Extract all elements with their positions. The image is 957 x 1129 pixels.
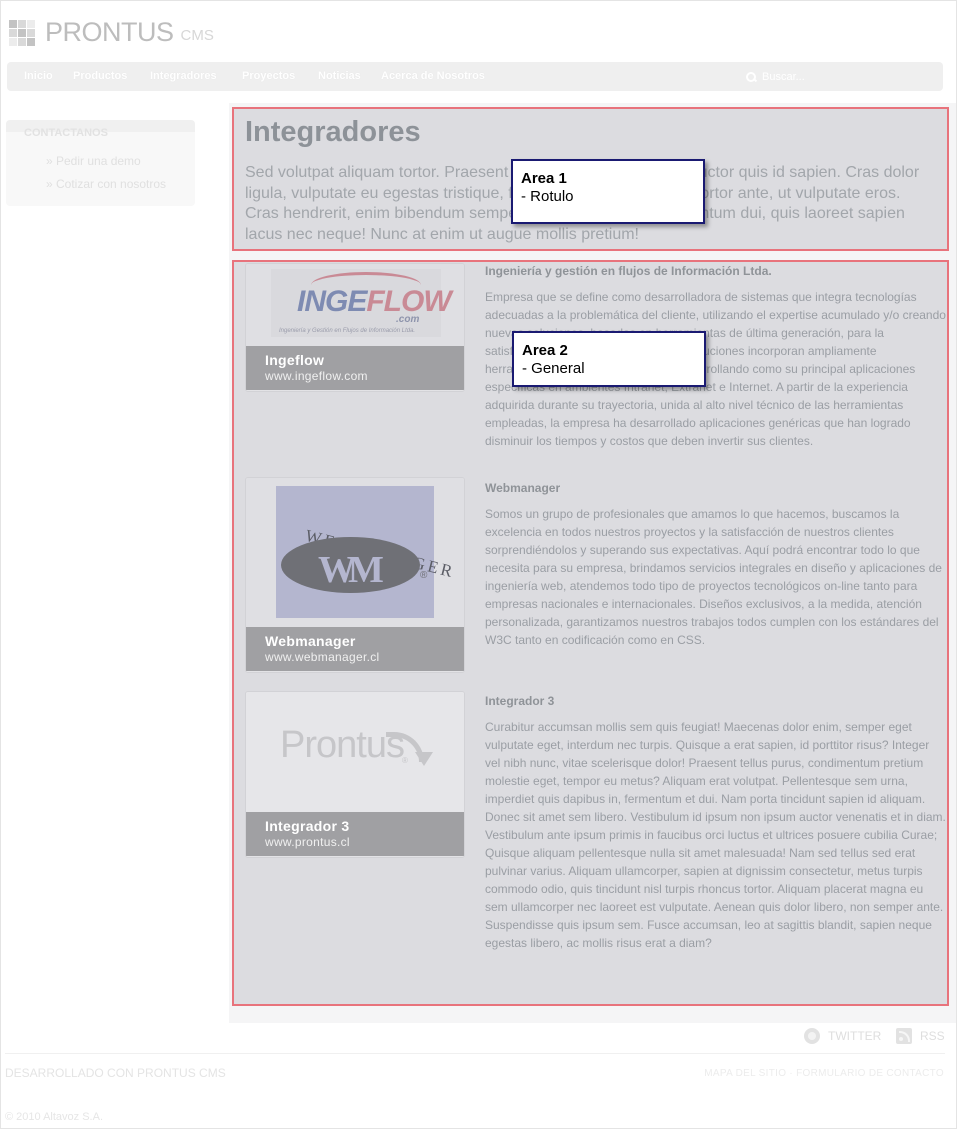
nav-item-noticias[interactable]: Noticias — [318, 70, 361, 82]
nav-item-proyectos[interactable]: Proyectos — [242, 70, 295, 82]
integrator-card-webmanager[interactable]: WEBMANAGER WM ® Webmanager www.webmanage… — [245, 477, 465, 673]
card-url[interactable]: www.webmanager.cl — [265, 650, 445, 665]
rss-link[interactable]: RSS — [896, 1028, 945, 1044]
card-name: Ingeflow — [265, 352, 325, 368]
item-title: Integrador 3 — [485, 694, 555, 708]
contact-title: CONTACTANOS — [24, 127, 108, 139]
area-2-label: Area 2 - General — [512, 331, 706, 387]
area-label-title: Area 2 — [522, 342, 568, 359]
nav-item-integradores[interactable]: Integradores — [150, 70, 217, 82]
search-icon[interactable] — [745, 71, 757, 83]
area-label-subtitle: - General — [522, 360, 585, 377]
main-navbar: Inicio Productos Integradores Proyectos … — [7, 62, 943, 91]
ingeflow-logo-word-1: INGE — [297, 285, 367, 318]
webmanager-logo-image: WEBMANAGER WM ® — [276, 486, 457, 618]
ingeflow-logo-tagline: Ingeniería y Gestión en Flujos de Inform… — [279, 328, 416, 334]
twitter-link[interactable]: TWITTER — [804, 1028, 881, 1044]
integrator-card-ingeflow[interactable]: INGEFLOW .com Ingeniería y Gestión en Fl… — [245, 263, 465, 392]
logo-text: PRONTUS — [45, 17, 174, 47]
logo-grid-icon — [9, 20, 35, 46]
footer-divider — [5, 1053, 945, 1054]
nav-item-acerca[interactable]: Acerca de Nosotros — [381, 70, 485, 82]
registered-mark-icon: ® — [420, 570, 428, 581]
item-text: Curabitur accumsan mollis sem quis feugi… — [485, 720, 946, 950]
ingeflow-logo-com: .com — [396, 314, 420, 325]
card-footer: Integrador 3 www.prontus.cl — [246, 812, 464, 856]
copyright-text: © 2010 Altavoz S.A. — [5, 1111, 103, 1123]
item-title: Webmanager — [485, 481, 561, 495]
developed-by-text[interactable]: DESARROLLADO CON PRONTUS CMS — [5, 1066, 226, 1080]
area-1-label: Area 1 - Rotulo — [511, 159, 705, 224]
card-footer: Webmanager www.webmanager.cl — [246, 627, 464, 671]
twitter-icon — [804, 1028, 820, 1044]
search-input[interactable] — [762, 70, 922, 83]
demo-request-link[interactable]: » Pedir una demo — [46, 154, 141, 168]
twitter-label: TWITTER — [828, 1029, 882, 1043]
ingeflow-logo-image: INGEFLOW .com Ingeniería y Gestión en Fl… — [271, 269, 452, 337]
rss-icon — [896, 1028, 912, 1044]
area-label-title: Area 1 — [521, 170, 567, 187]
search-box — [745, 68, 935, 85]
nav-item-productos[interactable]: Productos — [73, 70, 127, 82]
card-name: Integrador 3 — [265, 818, 350, 834]
item-text: Somos un grupo de profesionales que amam… — [485, 507, 942, 647]
nav-item-inicio[interactable]: Inicio — [24, 70, 53, 82]
ingeflow-logo: INGEFLOW .com Ingeniería y Gestión en Fl… — [246, 264, 464, 346]
webmanager-logo: WEBMANAGER WM ® — [246, 478, 464, 627]
webmanager-mark: WM — [318, 549, 384, 591]
card-url[interactable]: www.ingeflow.com — [265, 369, 445, 384]
footer-links[interactable]: MAPA DEL SITIO · FORMULARIO DE CONTACTO — [704, 1068, 944, 1079]
logo-subtext: CMS — [180, 27, 214, 44]
contact-box: CONTACTANOS » Pedir una demo » Cotizar c… — [6, 120, 195, 206]
prontus-logo: Prontus ® — [246, 692, 464, 812]
prontus-arrowhead-icon — [415, 752, 433, 766]
rss-label: RSS — [920, 1029, 945, 1043]
card-name: Webmanager — [265, 633, 356, 649]
sidebar — [1, 103, 228, 1023]
integrator-card-integrador-3[interactable]: Prontus ® Integrador 3 www.prontus.cl — [245, 691, 465, 858]
card-url[interactable]: www.prontus.cl — [265, 835, 445, 850]
site-logo[interactable]: PRONTUS CMS — [9, 16, 214, 46]
quote-request-link[interactable]: » Cotizar con nosotros — [46, 177, 166, 191]
item-title: Ingeniería y gestión en flujos de Inform… — [485, 264, 772, 278]
area-label-subtitle: - Rotulo — [521, 188, 574, 205]
card-footer: Ingeflow www.ingeflow.com — [246, 346, 464, 390]
page-title: Integradores — [245, 116, 421, 148]
